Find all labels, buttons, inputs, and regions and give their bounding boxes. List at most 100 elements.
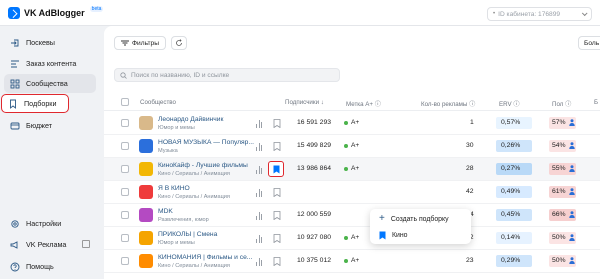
collection-item-kino[interactable]: Кино <box>370 227 471 243</box>
ads-count-value: 42 <box>466 188 474 195</box>
mark-badge: A+ <box>344 165 359 172</box>
stats-icon[interactable] <box>256 143 264 151</box>
gear-icon <box>11 219 19 228</box>
sidebar-item-budget[interactable]: Бюджет <box>4 116 96 135</box>
cabinet-select[interactable]: • ID кабинета: 176899 <box>487 7 592 21</box>
table-row[interactable]: КИНОМАНИЯ | Фильмы и се... Кино / Сериалы… <box>104 250 600 273</box>
sidebar-item-settings[interactable]: Настройки <box>4 214 96 233</box>
row-checkbox[interactable] <box>121 119 129 127</box>
refresh-button[interactable] <box>171 36 187 50</box>
bookmark-icon[interactable] <box>273 119 281 128</box>
avatar <box>139 231 153 245</box>
community-name[interactable]: КиноКайф - Лучшие фильмы <box>158 162 254 169</box>
sidebar-item-requests[interactable]: Поскевы <box>4 33 96 52</box>
stats-icon[interactable] <box>256 120 264 128</box>
filter-icon <box>121 40 130 46</box>
stats-icon[interactable] <box>256 212 264 220</box>
row-checkbox[interactable] <box>121 188 129 196</box>
bookmark-icon[interactable] <box>273 211 281 220</box>
bookmark-icon[interactable] <box>273 257 281 266</box>
create-collection-label: Создать подборку <box>390 215 449 223</box>
person-icon <box>569 165 575 172</box>
stats-icon[interactable] <box>256 189 264 197</box>
beta-badge: beta <box>89 6 104 12</box>
info-icon: ⓘ <box>374 101 381 108</box>
header-mark[interactable]: Метка A+ ⓘ <box>346 99 381 108</box>
table-row[interactable]: Леонардо Дайвинчик Юмор и мемы 16 591 293 A… <box>104 112 600 135</box>
avatar <box>139 116 153 130</box>
community-name[interactable]: MDK <box>158 208 254 215</box>
err-value: 0,29% <box>501 257 521 264</box>
gender-value: 50% <box>552 234 566 241</box>
header-extra[interactable]: Б <box>594 99 598 106</box>
bookmark-icon[interactable] <box>273 188 281 197</box>
community-category: Музыка <box>158 148 178 154</box>
avatar <box>139 185 153 199</box>
stats-icon[interactable] <box>256 235 264 243</box>
community-name[interactable]: Леонардо Дайвинчик <box>158 116 254 123</box>
err-value: 0,45% <box>501 211 521 218</box>
ads-icon <box>10 240 18 249</box>
row-checkbox[interactable] <box>121 234 129 242</box>
refresh-icon <box>176 39 182 46</box>
filters-button[interactable]: Фильтры <box>114 36 166 50</box>
sidebar-item-communities[interactable]: Сообщества <box>4 74 96 93</box>
bookmark-icon[interactable] <box>273 234 281 243</box>
subscribers-value: 10 927 080 <box>297 234 332 241</box>
select-all-checkbox[interactable] <box>121 98 129 106</box>
header-gender[interactable]: Пол ⓘ <box>552 99 571 108</box>
community-name[interactable]: КИНОМАНИЯ | Фильмы и се... <box>158 254 254 261</box>
info-icon: ⓘ <box>469 101 476 108</box>
stats-icon[interactable] <box>256 258 264 266</box>
sidebar-item-content-order[interactable]: Заказ контента <box>4 54 96 73</box>
search-input[interactable]: Поиск по названию, ID и ссылке <box>114 68 340 82</box>
table-row[interactable]: НОВАЯ МУЗЫКА — Популяр... Музыка 15 499 82… <box>104 135 600 158</box>
search-icon <box>120 71 127 79</box>
person-icon <box>569 211 575 218</box>
row-checkbox[interactable] <box>121 165 129 173</box>
row-checkbox[interactable] <box>121 142 129 150</box>
err-value: 0,27% <box>501 165 521 172</box>
cabinet-placeholder: ID кабинета: 176899 <box>498 10 561 18</box>
status-dot <box>344 120 348 125</box>
header-err[interactable]: ERV ⓘ <box>499 99 520 108</box>
header-ads-count[interactable]: Кол-во рекламы ⓘ <box>421 99 475 108</box>
sidebar-item-label: Бюджет <box>26 121 53 130</box>
mark-badge: A+ <box>344 142 359 149</box>
bookmark-button-active[interactable] <box>268 161 284 177</box>
sidebar-item-label: Настройки <box>26 219 62 228</box>
person-icon <box>569 257 575 264</box>
mark-badge: A+ <box>344 257 359 264</box>
table-row[interactable]: MDK Развлечения, юмор 12 000 559 4 0,45% 66% <box>104 204 600 227</box>
person-icon <box>569 188 575 195</box>
sidebar-item-help[interactable]: Помощь <box>4 257 96 276</box>
community-name[interactable]: Я В КИНО <box>158 185 254 192</box>
table-row[interactable]: КиноКайф - Лучшие фильмы Кино / Сериалы /… <box>104 158 600 181</box>
community-name[interactable]: НОВАЯ МУЗЫКА — Популяр... <box>158 139 254 146</box>
table-row[interactable]: ПРИКОЛЫ | СменаЮмор и мемы10 927 080A+62… <box>104 227 600 250</box>
row-checkbox[interactable] <box>121 211 129 219</box>
table-header: Сообщество Подписчики ↓ Метка A+ ⓘ Кол-в… <box>104 93 600 111</box>
sidebar-item-label: Поскевы <box>26 38 55 47</box>
gender-value: 54% <box>552 142 566 149</box>
stats-icon[interactable] <box>256 166 264 174</box>
sidebar-item-collections[interactable]: Подборки <box>1 94 69 113</box>
header-community[interactable]: Сообщество <box>140 99 176 106</box>
err-value: 0,49% <box>501 188 521 195</box>
help-icon <box>10 262 20 271</box>
header-subscribers[interactable]: Подписчики ↓ <box>285 99 324 106</box>
row-checkbox[interactable] <box>121 257 129 265</box>
community-name[interactable]: ПРИКОЛЫ | Смена <box>158 231 254 238</box>
bookmark-icon[interactable] <box>273 142 281 151</box>
avatar <box>139 254 153 268</box>
app-logo[interactable]: VK AdBlogger beta <box>8 6 104 19</box>
more-button[interactable]: Боль <box>578 36 600 50</box>
ads-count-value: 30 <box>466 142 474 149</box>
create-collection-item[interactable]: + Создать подборку <box>370 211 471 227</box>
wallet-icon <box>10 122 20 129</box>
table-row[interactable]: Я В КИНО Кино / Сериалы / Анимация 42 0,49%… <box>104 181 600 204</box>
info-icon: ⓘ <box>565 101 572 108</box>
sidebar-item-vk-ads[interactable]: VK Реклама <box>4 235 96 254</box>
sidebar-item-label: Сообщества <box>26 79 68 88</box>
vk-logo-icon <box>8 7 20 19</box>
